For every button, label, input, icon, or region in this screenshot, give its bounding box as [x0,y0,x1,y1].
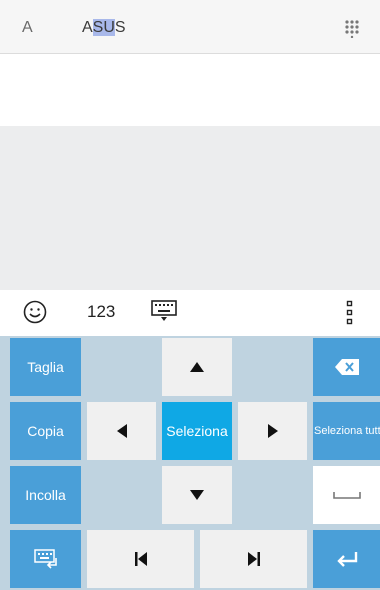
cursor-right-button[interactable] [238,402,307,460]
skip-to-start-icon [134,552,147,566]
triangle-right-icon [267,424,278,438]
keyboard-return-icon [33,549,57,569]
top-bar: A ASUS [0,0,380,54]
cursor-home-button[interactable] [87,530,194,588]
font-size-button[interactable]: A [22,19,33,37]
editing-keyboard: Taglia Copia Incolla Seleziona Seleziona… [0,336,380,590]
numbers-button[interactable]: 123 [87,302,115,322]
text-field-area[interactable] [0,54,380,126]
switch-keyboard-button[interactable] [10,530,81,588]
text-selection: SU [92,19,115,36]
triangle-down-icon [190,490,204,500]
cut-label: Taglia [27,359,64,375]
paste-label: Incolla [25,487,66,503]
text-suffix: S [114,19,126,36]
triangle-left-icon [116,424,127,438]
paste-button[interactable]: Incolla [10,466,81,524]
select-button[interactable]: Seleziona [162,402,232,460]
backspace-icon [334,359,359,375]
backspace-button[interactable] [313,338,380,396]
cursor-left-button[interactable] [87,402,156,460]
copy-button[interactable]: Copia [10,402,81,460]
select-all-button[interactable]: Seleziona tutto [313,402,380,460]
enter-icon [336,552,357,567]
emoji-icon[interactable] [23,300,47,324]
cursor-down-button[interactable] [162,466,232,524]
keyboard-switch-icon[interactable] [151,300,177,322]
cut-button[interactable]: Taglia [10,338,81,396]
cursor-end-button[interactable] [200,530,307,588]
text-prefix: A [82,19,93,36]
selected-text-preview: ASUS [82,19,126,37]
more-options-icon[interactable] [346,300,354,326]
dialpad-icon[interactable] [344,20,364,38]
triangle-up-icon [190,362,204,372]
space-bar-icon [332,492,361,499]
space-button[interactable] [313,466,380,524]
cursor-up-button[interactable] [162,338,232,396]
enter-button[interactable] [313,530,380,588]
copy-label: Copia [27,423,64,439]
skip-to-end-icon [247,552,260,566]
content-area [0,126,380,290]
keyboard-toolbar: 123 [0,290,380,336]
select-all-label: Seleziona tutto [314,425,380,437]
select-label: Seleziona [166,423,228,439]
